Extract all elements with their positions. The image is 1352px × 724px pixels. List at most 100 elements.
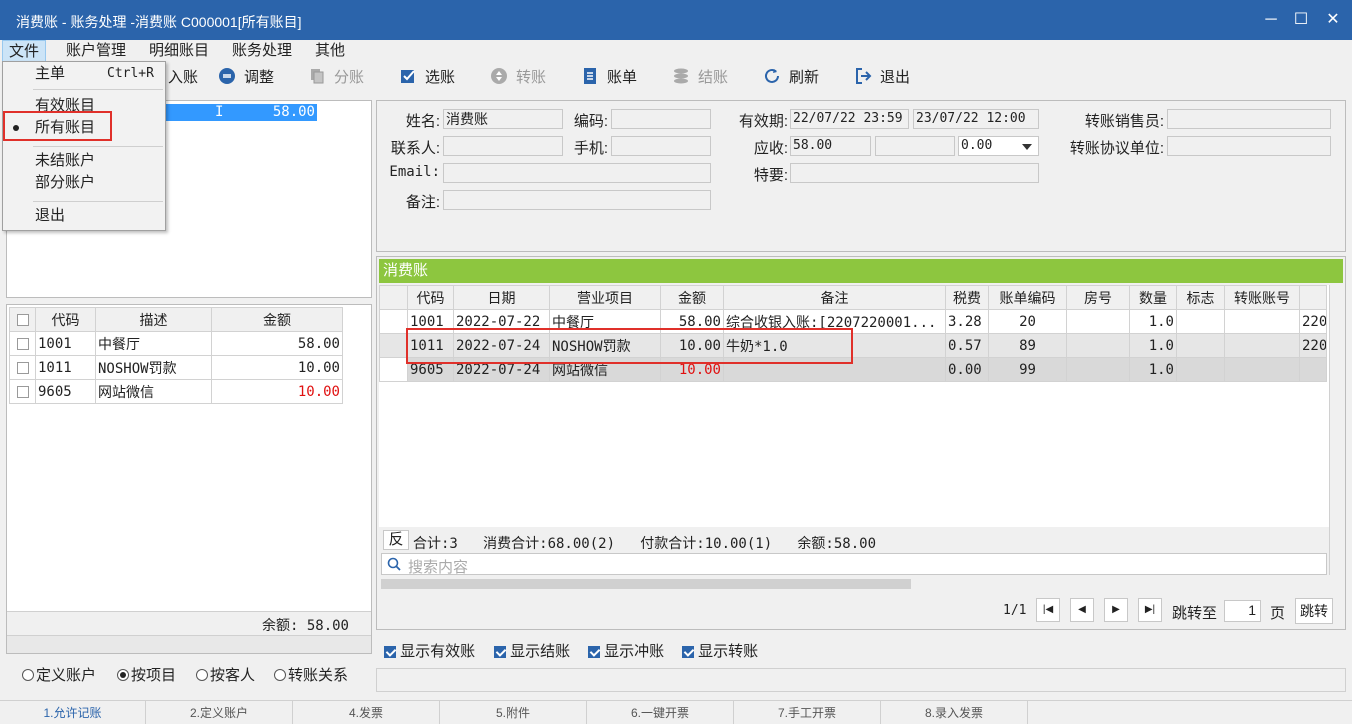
search-box[interactable]: 搜索内容 [381, 553, 1327, 576]
col-header: 房号 [1066, 285, 1130, 310]
select-all-cell[interactable] [9, 307, 36, 332]
refresh-button[interactable]: 刷新 [763, 66, 819, 90]
filter-checkout[interactable]: 显示结账 [494, 640, 570, 661]
receivable-select[interactable]: 0.00 [958, 136, 1039, 156]
special-field[interactable] [790, 163, 1039, 183]
code-field[interactable] [611, 109, 711, 129]
filter-valid[interactable]: 显示有效账 [384, 640, 475, 661]
row-checkbox-cell[interactable] [9, 379, 36, 404]
flag-cell [1176, 333, 1225, 358]
close-button[interactable]: ✕ [1318, 6, 1348, 34]
menu-item-open-accounts[interactable]: 未结账户 [35, 150, 95, 172]
exit-button[interactable]: 退出 [854, 66, 910, 90]
remark-field[interactable] [443, 190, 711, 210]
view-option-by-guest[interactable]: 按客人 [196, 664, 255, 685]
menu-item-partial-accounts[interactable]: 部分账户 [35, 172, 95, 194]
checkbox-icon [384, 646, 396, 659]
bill-icon [584, 68, 596, 84]
receivable-field[interactable]: 58.00 [790, 136, 871, 156]
split-button[interactable]: 分账 [308, 66, 364, 90]
select-button[interactable]: 选账 [399, 66, 455, 90]
table-row[interactable]: 9605 网站微信 10.00 [9, 379, 343, 404]
row-checkbox-cell[interactable] [9, 331, 36, 356]
menu-detail-items[interactable]: 明细账目 [143, 40, 215, 62]
validity-to-field[interactable]: 23/07/22 12:00 [913, 109, 1039, 129]
detail-hscrollbar[interactable] [379, 577, 1329, 591]
bill-button[interactable]: 账单 [581, 66, 637, 90]
page-unit: 页 [1270, 605, 1286, 622]
row-indicator-header [379, 285, 408, 310]
account-row-selected[interactable]: I 58.00 [165, 104, 317, 121]
status-define-account[interactable]: 2.定义账户 [146, 701, 293, 724]
view-option-define[interactable]: 定义账户 [22, 664, 96, 685]
contact-field[interactable] [443, 136, 563, 156]
row-checkbox[interactable] [16, 385, 29, 398]
refresh-icon [765, 68, 779, 83]
summary-scrollbar[interactable] [7, 635, 371, 653]
filter-reverse[interactable]: 显示冲账 [588, 640, 664, 661]
receivable-extra-field[interactable] [875, 136, 955, 156]
amount-cell: 10.00 [211, 379, 343, 404]
status-bar: 1.允许记账 2.定义账户 4.发票 5.附件 6.一键开票 7.手工开票 8.… [0, 700, 1352, 724]
page-info: 1/1 [1003, 603, 1027, 618]
filter-bar: 显示有效账 显示结账 显示冲账 显示转账 [376, 634, 1346, 666]
toolbar-label: 退出 [880, 69, 911, 86]
table-row[interactable]: 1011 NOSHOW罚款 10.00 [9, 355, 343, 380]
table-row[interactable]: 1001 中餐厅 58.00 [9, 331, 343, 356]
last-page-button[interactable]: ▶| [1138, 598, 1162, 622]
status-manual-invoice[interactable]: 7.手工开票 [734, 701, 881, 724]
row-checkbox-cell[interactable] [9, 355, 36, 380]
jump-button[interactable]: 跳转 [1295, 598, 1333, 624]
reverse-button[interactable]: 反 [383, 530, 409, 550]
scroll-thumb[interactable] [381, 579, 911, 589]
status-allow-posting[interactable]: 1.允许记账 [0, 701, 146, 724]
code-label: 编码: [573, 113, 608, 130]
minimize-button[interactable]: ─ [1256, 6, 1286, 34]
bill-cell: 20 [988, 309, 1067, 334]
next-page-button[interactable]: ▶ [1104, 598, 1128, 622]
radio-icon [196, 669, 208, 681]
row-indicator [379, 357, 408, 382]
row-checkbox[interactable] [16, 361, 29, 374]
status-enter-invoice[interactable]: 8.录入发票 [881, 701, 1028, 724]
first-page-button[interactable]: |◀ [1036, 598, 1060, 622]
view-option-by-item[interactable]: 按项目 [117, 664, 176, 685]
status-invoice[interactable]: 4.发票 [293, 701, 440, 724]
prev-page-button[interactable]: ◀ [1070, 598, 1094, 622]
menu-item-exit[interactable]: 退出 [35, 205, 65, 227]
status-one-click-invoice[interactable]: 6.一键开票 [587, 701, 734, 724]
remark-label: 备注: [405, 194, 440, 211]
detail-panel: 消费账 代码 日期 营业项目 金额 备注 税费 账单编码 房号 数量 标志 转账… [376, 256, 1346, 630]
email-field[interactable] [443, 163, 711, 183]
summary-header: 代码 描述 金额 [9, 307, 343, 332]
bill-cell: 99 [988, 357, 1067, 382]
desc-cell: 中餐厅 [95, 331, 212, 356]
salesman-field[interactable] [1167, 109, 1331, 129]
adjust-button[interactable]: 调整 [218, 66, 274, 90]
account-status: I [215, 104, 224, 120]
select-all-checkbox[interactable] [16, 313, 29, 326]
maximize-button[interactable]: ☐ [1286, 6, 1316, 34]
detail-vscrollbar[interactable] [1329, 285, 1343, 575]
transfer-unit-field[interactable] [1167, 136, 1331, 156]
menu-accounting[interactable]: 账务处理 [226, 40, 298, 62]
phone-field[interactable] [611, 136, 711, 156]
transfer-button[interactable]: 转账 [490, 66, 546, 90]
menu-other[interactable]: 其他 [309, 40, 351, 62]
checkbox-icon [682, 646, 694, 659]
name-label: 姓名: [405, 113, 440, 130]
menu-account-management[interactable]: 账户管理 [60, 40, 132, 62]
checkout-button[interactable]: 结账 [672, 66, 728, 90]
salesman-label: 转账销售员: [1084, 113, 1164, 130]
page-input[interactable]: 1 [1224, 600, 1261, 622]
validity-from-field[interactable]: 22/07/22 23:59 [790, 109, 909, 129]
row-checkbox[interactable] [16, 337, 29, 350]
name-field[interactable]: 消费账 [443, 109, 563, 129]
col-header: 备注 [723, 285, 946, 310]
post-button[interactable]: 入账 [168, 66, 198, 90]
menu-file[interactable]: 文件 [2, 40, 47, 62]
menu-item-main[interactable]: 主单 [35, 63, 65, 85]
status-attachment[interactable]: 5.附件 [440, 701, 587, 724]
filter-transfer[interactable]: 显示转账 [682, 640, 758, 661]
view-option-transfer[interactable]: 转账关系 [274, 664, 348, 685]
